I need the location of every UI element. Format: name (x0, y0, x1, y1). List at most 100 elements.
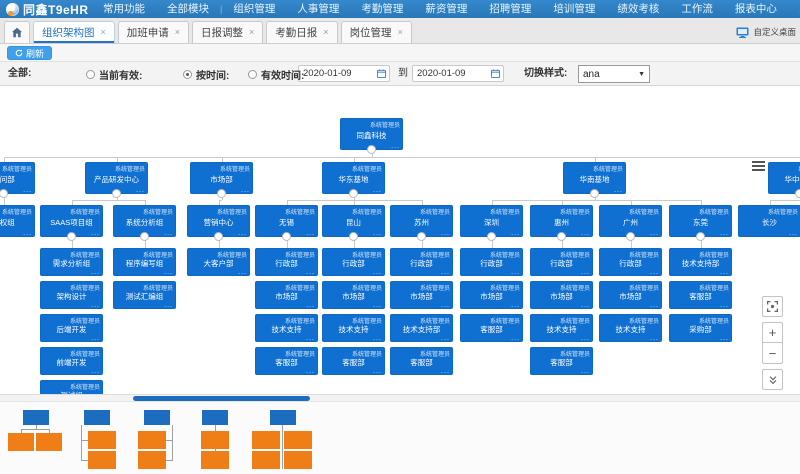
menu-item-9[interactable]: 绩效考核 (606, 0, 670, 18)
org-node[interactable]: 系统管理员客服部... (390, 347, 453, 375)
org-node[interactable]: 系统管理员技术支持... (322, 314, 385, 342)
node-more-button[interactable]: ... (373, 188, 382, 193)
node-expander[interactable] (367, 145, 376, 154)
node-expander[interactable] (217, 189, 226, 198)
node-more-button[interactable]: ... (650, 336, 659, 341)
node-expander[interactable] (487, 232, 496, 241)
node-more-button[interactable]: ... (238, 270, 247, 275)
tab-close-icon[interactable]: × (249, 28, 254, 37)
org-node[interactable]: 系统管理员市场部... (460, 281, 523, 309)
org-node[interactable]: 系统管理员行政部... (255, 248, 318, 276)
style-select[interactable]: ana ▼ (578, 65, 650, 83)
node-more-button[interactable]: ... (241, 188, 250, 193)
node-more-button[interactable]: ... (581, 303, 590, 308)
node-more-button[interactable]: ... (373, 270, 382, 275)
org-node[interactable]: 系统管理员后端开发... (40, 314, 103, 342)
collapse-all-button[interactable] (762, 369, 783, 390)
node-more-button[interactable]: ... (441, 270, 450, 275)
node-more-button[interactable]: ... (581, 336, 590, 341)
date-from-input[interactable]: 2020-01-09 (298, 65, 390, 82)
tab-close-icon[interactable]: × (101, 28, 106, 37)
radio-button[interactable] (248, 70, 257, 79)
org-node[interactable]: 系统管理员长沙... (738, 205, 800, 237)
org-node[interactable]: 系统管理员行政部... (599, 248, 662, 276)
node-more-button[interactable]: ... (720, 336, 729, 341)
node-more-button[interactable]: ... (164, 231, 173, 236)
node-expander[interactable] (282, 232, 291, 241)
node-more-button[interactable]: ... (720, 270, 729, 275)
node-expander[interactable] (557, 232, 566, 241)
menu-item-7[interactable]: 招聘管理 (478, 0, 542, 18)
filter-option-2[interactable]: 按时间: (183, 62, 229, 86)
org-node[interactable]: 系统管理员架构设计... (40, 281, 103, 309)
menu-item-10[interactable]: 工作流 (670, 0, 724, 18)
org-node[interactable]: 系统管理员市场部... (322, 281, 385, 309)
node-more-button[interactable]: ... (650, 231, 659, 236)
org-node[interactable]: 系统管理员测试组... (40, 380, 103, 394)
org-style-option-1[interactable] (8, 409, 64, 471)
org-node[interactable]: 系统管理员采购部... (669, 314, 732, 342)
menu-item-5[interactable]: 考勤管理 (350, 0, 414, 18)
node-more-button[interactable]: ... (614, 188, 623, 193)
org-node[interactable]: 系统管理员测试汇编组... (113, 281, 176, 309)
node-more-button[interactable]: ... (511, 231, 520, 236)
tab-3[interactable]: 日报调整× (192, 21, 263, 43)
org-node[interactable]: 系统管理员产权组... (0, 205, 35, 237)
node-expander[interactable] (349, 189, 358, 198)
node-more-button[interactable]: ... (306, 270, 315, 275)
tab-5[interactable]: 岗位管理× (341, 21, 412, 43)
node-more-button[interactable]: ... (91, 270, 100, 275)
fit-screen-button[interactable] (762, 296, 783, 317)
org-node[interactable]: 系统管理员技术支持部... (669, 248, 732, 276)
node-more-button[interactable]: ... (136, 188, 145, 193)
org-node[interactable]: 系统管理员市场部... (599, 281, 662, 309)
org-node[interactable]: 系统管理员前端开发... (40, 347, 103, 375)
org-node[interactable]: 系统管理员行政部... (322, 248, 385, 276)
node-more-button[interactable]: ... (511, 336, 520, 341)
radio-button[interactable] (183, 70, 192, 79)
node-more-button[interactable]: ... (373, 336, 382, 341)
tab-close-icon[interactable]: × (398, 28, 403, 37)
org-node[interactable]: 系统管理员客服部... (669, 281, 732, 309)
node-more-button[interactable]: ... (23, 188, 32, 193)
node-more-button[interactable]: ... (91, 369, 100, 374)
node-more-button[interactable]: ... (720, 303, 729, 308)
org-node[interactable]: 系统管理员行政部... (460, 248, 523, 276)
node-more-button[interactable]: ... (441, 231, 450, 236)
node-more-button[interactable]: ... (164, 270, 173, 275)
org-node[interactable]: 系统管理员市场部... (255, 281, 318, 309)
node-expander[interactable] (795, 189, 800, 198)
node-more-button[interactable]: ... (511, 303, 520, 308)
org-node[interactable]: 系统管理员技术支持... (599, 314, 662, 342)
node-expander[interactable] (626, 232, 635, 241)
org-node[interactable]: 系统管理员华中基地... (768, 162, 800, 194)
radio-button[interactable] (86, 70, 95, 79)
tab-close-icon[interactable]: × (323, 28, 328, 37)
org-node[interactable]: 系统管理员客服部... (322, 347, 385, 375)
node-more-button[interactable]: ... (373, 303, 382, 308)
node-more-button[interactable]: ... (91, 303, 100, 308)
tab-1[interactable]: 组织架构图× (33, 21, 115, 43)
org-node[interactable]: 系统管理员大客户部... (187, 248, 250, 276)
org-style-option-4[interactable] (196, 409, 234, 471)
node-expander[interactable] (0, 189, 8, 198)
node-expander[interactable] (112, 189, 121, 198)
org-node[interactable]: 系统管理员客服部... (255, 347, 318, 375)
custom-desktop-button[interactable]: 自定义桌面 (736, 26, 796, 43)
node-more-button[interactable]: ... (373, 369, 382, 374)
tab-2[interactable]: 加班申请× (118, 21, 189, 43)
date-to-input[interactable]: 2020-01-09 (412, 65, 504, 82)
menu-item-2[interactable]: 全部模块 (156, 0, 220, 18)
node-expander[interactable] (67, 232, 76, 241)
node-expander[interactable] (696, 232, 705, 241)
node-more-button[interactable]: ... (581, 369, 590, 374)
node-more-button[interactable]: ... (306, 231, 315, 236)
node-more-button[interactable]: ... (581, 270, 590, 275)
refresh-button[interactable]: 刷新 (7, 46, 52, 60)
node-expander[interactable] (140, 232, 149, 241)
menu-item-1[interactable]: 常用功能 (92, 0, 156, 18)
node-more-button[interactable]: ... (650, 303, 659, 308)
node-expander[interactable] (349, 232, 358, 241)
node-more-button[interactable]: ... (91, 231, 100, 236)
node-more-button[interactable]: ... (164, 303, 173, 308)
